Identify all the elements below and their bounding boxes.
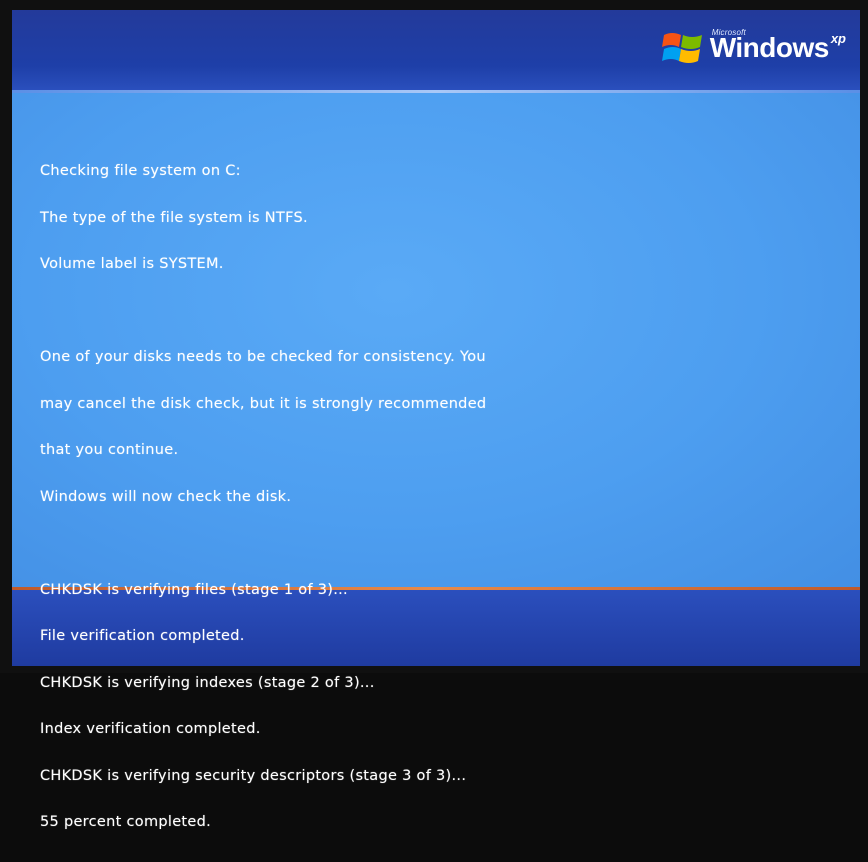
progress-line: 55 percent completed. (40, 814, 212, 830)
top-band: Microsoft Windows xp (12, 10, 860, 90)
windows-xp-logo: Microsoft Windows xp (661, 26, 846, 70)
console-line: CHKDSK is verifying files (stage 1 of 3)… (40, 581, 348, 598)
console-line: CHKDSK is verifying security descriptors… (40, 767, 467, 784)
console-line: Volume label is SYSTEM. (40, 256, 224, 272)
console-line: Index verification completed. (40, 721, 261, 737)
console-line: File verification completed. (40, 628, 245, 644)
logo-edition: xp (830, 31, 846, 46)
windows-flag-icon (661, 33, 702, 63)
chkdsk-console-output: Checking file system on C: The type of t… (40, 133, 820, 862)
logo-brand: Microsoft (711, 28, 746, 37)
console-line: The type of the file system is NTFS. (40, 209, 308, 226)
monitor-bezel: Microsoft Windows xp Checking file syste… (0, 0, 868, 830)
console-line: CHKDSK is verifying indexes (stage 2 of … (40, 674, 375, 691)
logo-word: Windows (709, 32, 830, 63)
console-line: Checking file system on C: (40, 163, 241, 179)
console-line: One of your disks needs to be checked fo… (40, 349, 486, 365)
console-line: that you continue. (40, 442, 179, 458)
logo-text: Microsoft Windows xp (709, 28, 846, 63)
console-line: Windows will now check the disk. (40, 488, 292, 505)
console-line: may cancel the disk check, but it is str… (40, 395, 487, 412)
